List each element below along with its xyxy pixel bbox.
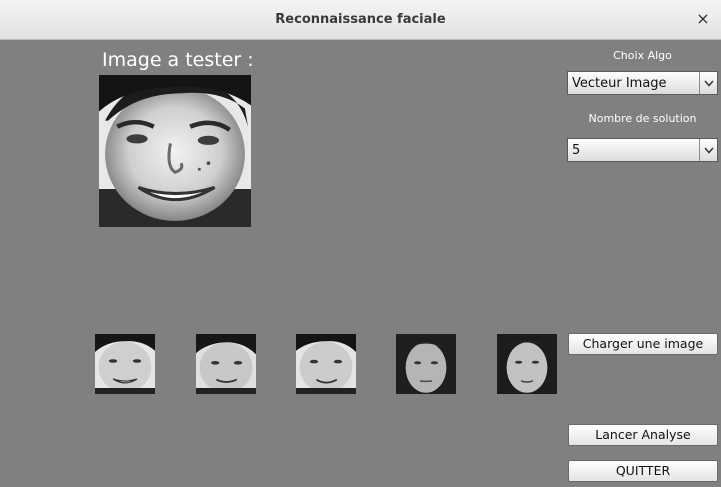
algo-label: Choix Algo <box>613 49 672 62</box>
load-image-button[interactable]: Charger une image <box>568 333 718 355</box>
solution-count-select[interactable]: 5 <box>567 138 718 162</box>
app-window: Reconnaissance faciale × Image a tester … <box>0 0 721 487</box>
test-image-label: Image a tester : <box>102 49 254 71</box>
solution-count-label: Nombre de solution <box>588 112 697 125</box>
algo-select[interactable]: Vecteur Image <box>567 71 718 95</box>
result-image-2 <box>196 334 256 394</box>
result-image-5 <box>497 334 557 394</box>
title-bar[interactable]: Reconnaissance faciale × <box>0 0 721 40</box>
chevron-down-icon[interactable] <box>699 72 717 94</box>
chevron-down-icon[interactable] <box>699 139 717 161</box>
result-image-3 <box>296 334 356 394</box>
close-icon[interactable]: × <box>695 10 711 28</box>
algo-select-value: Vecteur Image <box>572 76 667 91</box>
result-image-1 <box>95 334 155 394</box>
result-image-4 <box>396 334 456 394</box>
run-analysis-button[interactable]: Lancer Analyse <box>568 424 718 446</box>
test-image <box>99 75 251 227</box>
window-title: Reconnaissance faciale <box>275 12 446 27</box>
quit-button[interactable]: QUITTER <box>568 460 718 482</box>
solution-count-value: 5 <box>572 143 581 158</box>
